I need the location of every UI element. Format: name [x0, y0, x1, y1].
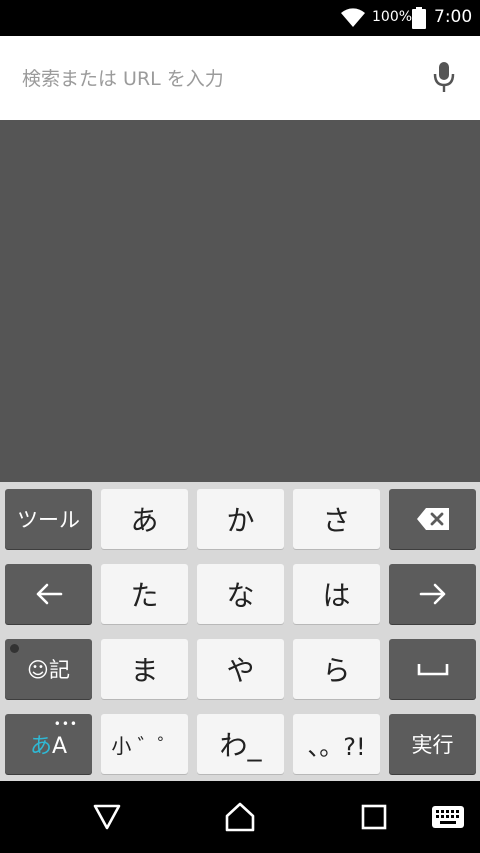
microphone-icon[interactable] [432, 60, 456, 94]
key-ya[interactable]: や [197, 639, 284, 699]
input-mode-label: あA [30, 728, 67, 760]
input-mode-key[interactable]: ••• あA [5, 714, 92, 774]
back-button[interactable] [78, 781, 136, 853]
input-mode-alpha: A [51, 734, 68, 759]
battery-icon [412, 7, 426, 29]
key-ma[interactable]: ま [101, 639, 188, 699]
key-ta-label: た [130, 579, 159, 612]
enter-key[interactable]: 実行 [389, 714, 476, 774]
arrow-right-icon [419, 583, 445, 605]
key-wa-label: わ_ [219, 729, 262, 762]
recents-icon [361, 804, 387, 830]
key-ra[interactable]: ら [293, 639, 380, 699]
status-bar: 100% 7:00 [0, 0, 480, 36]
enter-key-label: 実行 [411, 733, 454, 757]
small-dakuten-label: 小 ゛゜ [111, 733, 178, 758]
key-a[interactable]: あ [101, 489, 188, 549]
backspace-key[interactable] [389, 489, 476, 549]
cursor-left-key[interactable] [5, 564, 92, 624]
tool-key-label: ツール [17, 508, 80, 532]
navigation-bar [0, 781, 480, 853]
recents-button[interactable] [346, 781, 402, 853]
backspace-icon [416, 508, 449, 530]
key-ka-label: か [226, 504, 255, 537]
arrow-left-icon [36, 583, 62, 605]
key-ya-label: や [226, 654, 255, 687]
wifi-icon [341, 8, 365, 27]
space-key[interactable] [389, 639, 476, 699]
punctuation-key[interactable]: 、。?! [293, 714, 380, 774]
space-icon [417, 664, 448, 676]
key-ka[interactable]: か [197, 489, 284, 549]
key-ha[interactable]: は [293, 564, 380, 624]
cursor-right-key[interactable] [389, 564, 476, 624]
home-button[interactable] [210, 781, 270, 853]
key-wa[interactable]: わ_ [197, 714, 284, 774]
symbol-key-dot [10, 644, 19, 653]
key-ma-label: ま [130, 654, 159, 687]
symbol-key-label: ☺記 [27, 658, 70, 682]
clock: 7:00 [434, 7, 473, 27]
key-ta[interactable]: た [101, 564, 188, 624]
search-bar [0, 36, 480, 120]
search-input[interactable] [20, 60, 404, 98]
battery-percent: 100% [372, 9, 413, 25]
key-ra-label: ら [322, 654, 351, 687]
page-content [0, 120, 480, 482]
keyboard-icon [432, 806, 464, 828]
key-ha-label: は [322, 579, 351, 612]
key-sa-label: さ [322, 504, 351, 537]
input-mode-more-icon: ••• [53, 717, 78, 731]
tool-key[interactable]: ツール [5, 489, 92, 549]
small-dakuten-key[interactable]: 小 ゛゜ [101, 714, 188, 774]
soft-keyboard: ツール あ か さ た な は ☺記 ま や ら ••• あA 小 ゛゜ わ_ … [0, 482, 480, 781]
key-na-label: な [226, 579, 255, 612]
home-icon [225, 802, 255, 832]
punctuation-label: 、。?! [307, 732, 366, 761]
key-a-label: あ [130, 504, 159, 537]
back-icon [93, 804, 121, 830]
symbol-key[interactable]: ☺記 [5, 639, 92, 699]
key-sa[interactable]: さ [293, 489, 380, 549]
key-na[interactable]: な [197, 564, 284, 624]
keyboard-switch-button[interactable] [428, 781, 468, 853]
input-mode-hiragana: あ [29, 734, 52, 759]
